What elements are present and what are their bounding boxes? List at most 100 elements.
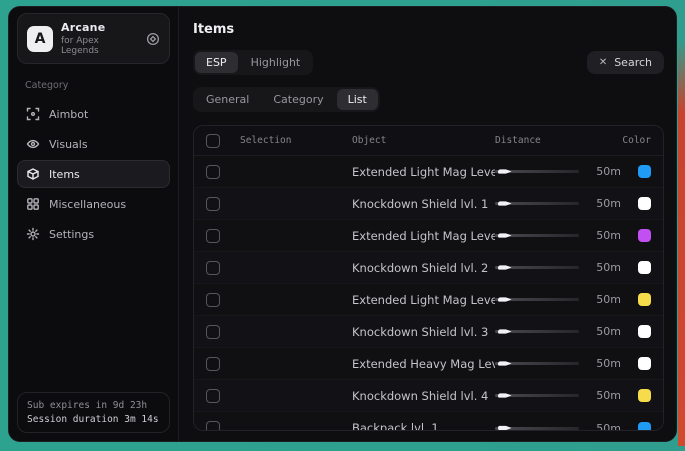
column-color: Color: [579, 135, 651, 146]
discord-icon[interactable]: [146, 32, 160, 46]
search-button-label: Search: [614, 56, 652, 69]
table-row: Knockdown Shield lvl. 2 50m: [194, 252, 663, 284]
page-title: Items: [193, 22, 664, 37]
sidebar-item-settings[interactable]: Settings: [17, 220, 170, 248]
color-swatch[interactable]: [638, 197, 651, 210]
brand-title: Arcane: [61, 21, 138, 34]
sidebar-item-visuals[interactable]: Visuals: [17, 130, 170, 158]
table-row: Extended Heavy Mag Level 1 50m: [194, 348, 663, 380]
distance-slider[interactable]: [495, 197, 579, 211]
color-swatch[interactable]: [638, 165, 651, 178]
distance-value: 50m: [579, 357, 625, 370]
tab-category[interactable]: Category: [262, 89, 334, 110]
object-name: Backpack lvl. 1: [352, 421, 495, 431]
session-duration-text: Session duration 3m 14s: [27, 414, 160, 425]
slider-thumb[interactable]: [498, 425, 512, 431]
distance-value: 50m: [579, 229, 625, 242]
mode-tab-group: ESPHighlight: [193, 50, 313, 75]
distance-value: 50m: [579, 165, 625, 178]
object-name: Knockdown Shield lvl. 4: [352, 389, 495, 403]
select-all-checkbox[interactable]: [206, 134, 220, 148]
distance-value: 50m: [579, 422, 625, 432]
table-row: Knockdown Shield lvl. 4 50m: [194, 380, 663, 412]
object-name: Knockdown Shield lvl. 3: [352, 325, 495, 339]
game-backdrop: A Arcane for Apex Legends Category Aimbo…: [0, 0, 685, 451]
color-swatch[interactable]: [638, 261, 651, 274]
category-label: Category: [25, 80, 178, 91]
table-row: Extended Light Mag Level 2 50m: [194, 156, 663, 188]
sub-expires-text: Sub expires in 9d 23h: [27, 400, 160, 411]
color-swatch[interactable]: [638, 325, 651, 338]
table-row: Backpack lvl. 1 50m: [194, 412, 663, 431]
column-distance: Distance: [495, 135, 579, 146]
color-swatch[interactable]: [638, 357, 651, 370]
table-row: Knockdown Shield lvl. 3 50m: [194, 316, 663, 348]
settings-gear-icon: [26, 227, 40, 241]
color-swatch[interactable]: [638, 422, 651, 432]
row-checkbox[interactable]: [206, 357, 220, 371]
sidebar-item-aimbot[interactable]: Aimbot: [17, 100, 170, 128]
row-checkbox[interactable]: [206, 229, 220, 243]
main-panel: Items ESPHighlight ✕ Search GeneralCateg…: [179, 7, 676, 441]
brand-subtitle: for Apex Legends: [61, 36, 138, 56]
distance-value: 50m: [579, 197, 625, 210]
backdrop-red-edge: [678, 40, 685, 446]
row-checkbox[interactable]: [206, 325, 220, 339]
distance-slider[interactable]: [495, 421, 579, 431]
brand-logo: A: [27, 26, 53, 52]
distance-slider[interactable]: [495, 357, 579, 371]
close-icon: ✕: [599, 57, 607, 68]
brand-card: A Arcane for Apex Legends: [17, 13, 170, 64]
miscellaneous-grid-icon: [26, 197, 40, 211]
row-checkbox[interactable]: [206, 165, 220, 179]
color-swatch[interactable]: [638, 293, 651, 306]
distance-slider[interactable]: [495, 229, 579, 243]
table-body: Extended Light Mag Level 2 50m Knockdown…: [194, 156, 663, 431]
row-checkbox[interactable]: [206, 389, 220, 403]
table-row: Extended Light Mag Level 3 50m: [194, 220, 663, 252]
session-info-card: Sub expires in 9d 23h Session duration 3…: [17, 392, 170, 433]
row-checkbox[interactable]: [206, 197, 220, 211]
object-name: Extended Light Mag Level 3: [352, 229, 495, 243]
sidebar-nav: Aimbot Visuals Items Miscellaneous Setti…: [9, 98, 178, 250]
arcane-menu-window: A Arcane for Apex Legends Category Aimbo…: [8, 6, 677, 442]
table-row: Extended Light Mag Level 4 50m: [194, 284, 663, 316]
sidebar-item-items[interactable]: Items: [17, 160, 170, 188]
object-name: Extended Light Mag Level 2: [352, 165, 495, 179]
tab-general[interactable]: General: [195, 89, 260, 110]
items-box-icon: [26, 167, 40, 181]
row-checkbox[interactable]: [206, 261, 220, 275]
items-table: Selection Object Distance Color Extended…: [193, 125, 664, 431]
distance-value: 50m: [579, 389, 625, 402]
tab-esp[interactable]: ESP: [195, 52, 238, 73]
table-header: Selection Object Distance Color: [194, 126, 663, 156]
column-selection: Selection: [240, 135, 352, 146]
object-name: Knockdown Shield lvl. 2: [352, 261, 495, 275]
row-checkbox[interactable]: [206, 421, 220, 431]
sidebar-item-miscellaneous[interactable]: Miscellaneous: [17, 190, 170, 218]
distance-value: 50m: [579, 325, 625, 338]
row-checkbox[interactable]: [206, 293, 220, 307]
object-name: Extended Heavy Mag Level 1: [352, 357, 495, 371]
search-button[interactable]: ✕ Search: [587, 51, 664, 74]
tab-list[interactable]: List: [337, 89, 378, 110]
color-swatch[interactable]: [638, 389, 651, 402]
tab-highlight[interactable]: Highlight: [240, 52, 312, 73]
toolbar: ESPHighlight ✕ Search: [193, 50, 664, 75]
color-swatch[interactable]: [638, 229, 651, 242]
view-tab-group: GeneralCategoryList: [193, 87, 380, 112]
distance-slider[interactable]: [495, 325, 579, 339]
distance-slider[interactable]: [495, 389, 579, 403]
sidebar: A Arcane for Apex Legends Category Aimbo…: [9, 7, 179, 441]
distance-value: 50m: [579, 293, 625, 306]
visuals-eye-icon: [26, 137, 40, 151]
table-row: Knockdown Shield lvl. 1 50m: [194, 188, 663, 220]
column-object: Object: [352, 135, 495, 146]
aimbot-crosshair-icon: [26, 107, 40, 121]
distance-slider[interactable]: [495, 165, 579, 179]
object-name: Knockdown Shield lvl. 1: [352, 197, 495, 211]
distance-slider[interactable]: [495, 293, 579, 307]
object-name: Extended Light Mag Level 4: [352, 293, 495, 307]
distance-value: 50m: [579, 261, 625, 274]
distance-slider[interactable]: [495, 261, 579, 275]
